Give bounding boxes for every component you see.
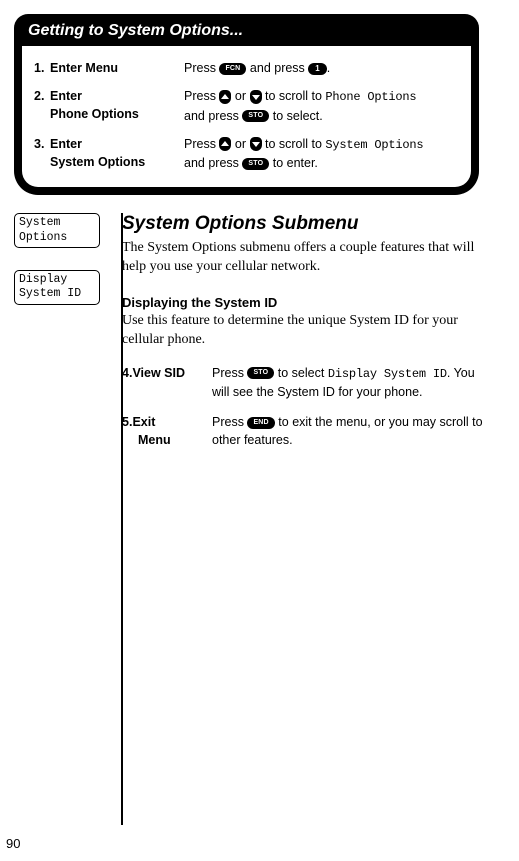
text: and press [184,156,242,170]
step-number: 4. [122,366,132,380]
up-arrow-icon [219,137,231,151]
step-3-row: 3.Enter System Options Press or to scrol… [34,130,459,178]
procedure-steps: 1.Enter Menu Press FCN and press 1. 2.En… [14,46,479,195]
lcd-label-system-options: System Options [14,213,100,248]
display-text: Display System ID [328,367,447,381]
step-5-row: 5.Exit Menu Press END to exit the menu, … [122,407,489,455]
sto-button-icon: STO [242,158,269,170]
right-column: System Options Submenu The System Option… [122,213,489,455]
text: or [231,137,249,151]
step-number: 1. [34,59,50,77]
intro-text: The System Options submenu offers a coup… [122,239,489,277]
text: or [231,89,249,103]
step-1-row: 1.Enter Menu Press FCN and press 1. [34,54,459,82]
lcd-label-display-system-id: Display System ID [14,270,100,305]
text: . [327,61,330,75]
subsection-text: Use this feature to determine the unique… [122,312,489,350]
text: to scroll to [262,137,326,151]
body-grid: System Options Display System ID System … [14,213,489,455]
text: Press [184,61,219,75]
step-number: 3. [34,135,50,153]
text: Press [212,415,247,429]
display-line: Display [19,273,67,286]
step-name: Exit [132,415,155,429]
up-arrow-icon [219,90,231,104]
step-name: System Options [50,155,145,169]
fcn-button-icon: FCN [219,63,246,75]
text: to select [274,366,328,380]
text: Press [212,366,247,380]
text: Press [184,137,219,151]
text: and press [246,61,308,75]
down-arrow-icon [250,137,262,151]
text: to enter. [269,156,318,170]
display-text: System Options [325,138,423,152]
down-arrow-icon [250,90,262,104]
text: and press [184,109,242,123]
column-divider [121,213,123,825]
display-line: Options [19,231,67,244]
step-number: 2. [34,87,50,105]
step-1-desc: Press FCN and press 1. [184,59,459,77]
end-button-icon: END [247,417,274,429]
step-4-row: 4.View SID Press STO to select Display S… [122,358,489,408]
text: to select. [269,109,323,123]
display-text: Phone Options [325,90,416,104]
procedure-box: Getting to System Options... 1.Enter Men… [14,14,489,195]
step-name: Enter Menu [50,61,118,75]
step-5-label: 5.Exit Menu [122,413,202,449]
step-2-row: 2.Enter Phone Options Press or to scroll… [34,82,459,130]
display-line: System ID [19,287,81,300]
step-name: Phone Options [50,107,139,121]
text: Press [184,89,219,103]
left-column: System Options Display System ID [14,213,102,455]
step-name: Enter [50,89,82,103]
procedure-title: Getting to System Options... [14,14,479,46]
step-1-label: 1.Enter Menu [34,59,174,77]
step-2-label: 2.Enter Phone Options [34,87,174,125]
sto-button-icon: STO [247,367,274,379]
step-number: 5. [122,415,132,429]
page-number: 90 [6,836,20,851]
step-4-label: 4.View SID [122,364,202,402]
step-name: Enter [50,137,82,151]
step-5-desc: Press END to exit the menu, or you may s… [212,413,489,449]
step-name: Menu [138,433,171,447]
section-title: System Options Submenu [122,213,489,235]
step-3-desc: Press or to scroll to System Options and… [184,135,459,173]
one-button-icon: 1 [308,63,326,75]
manual-page: Getting to System Options... 1.Enter Men… [0,0,519,861]
step-4-desc: Press STO to select Display System ID. Y… [212,364,489,402]
sto-button-icon: STO [242,110,269,122]
text: to scroll to [262,89,326,103]
display-line: System [19,216,60,229]
step-2-desc: Press or to scroll to Phone Options and … [184,87,459,125]
subsection-heading: Displaying the System ID [122,295,489,310]
step-name: View SID [132,366,185,380]
step-3-label: 3.Enter System Options [34,135,174,173]
